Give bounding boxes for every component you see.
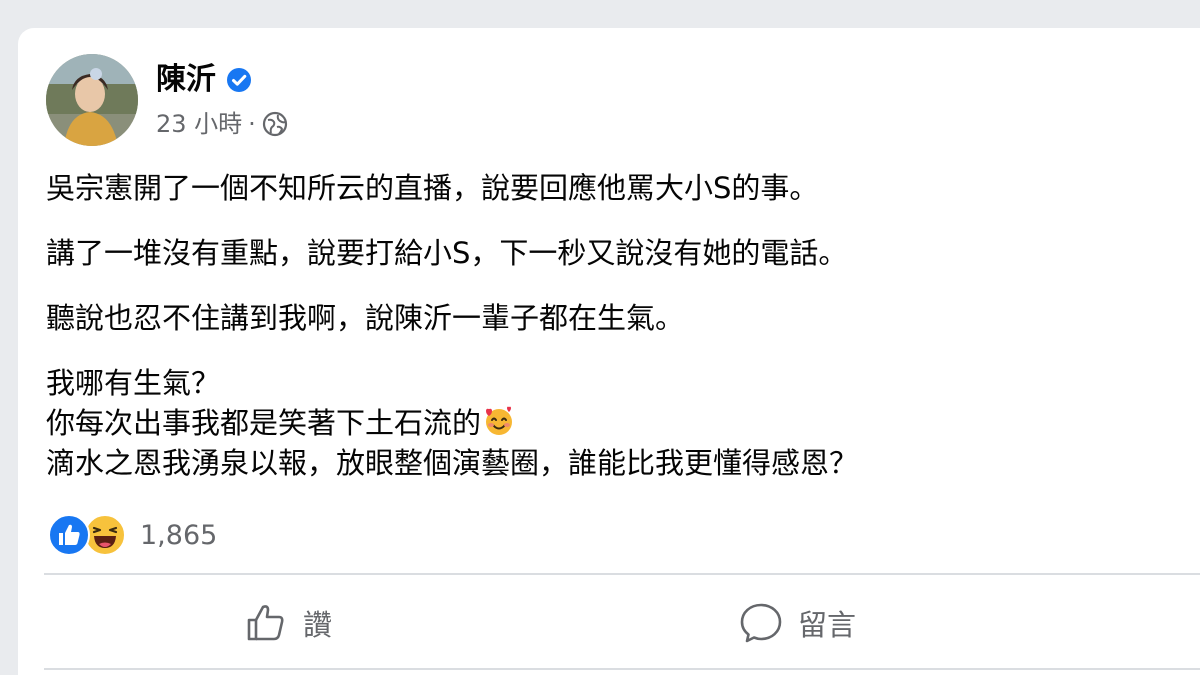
post-line: 我哪有生氣？ bbox=[46, 366, 221, 400]
author-row: 陳沂 bbox=[156, 62, 252, 98]
author-avatar[interactable] bbox=[46, 54, 138, 146]
post-card: 陳沂 23 小時 · 吳宗憲開了一個不知所云的直播，說要回應他罵大小S的事。 講… bbox=[18, 28, 1200, 675]
globe-icon[interactable] bbox=[262, 111, 288, 137]
reactions-summary[interactable]: 1,865 bbox=[48, 514, 217, 556]
post-paragraph: 聽說也忍不住講到我啊，說陳沂一輩子都在生氣。 bbox=[46, 301, 685, 335]
post-line-with-emoji: 你每次出事我都是笑著下土石流的 bbox=[46, 403, 1186, 443]
post-text: 吳宗憲開了一個不知所云的直播，說要回應他罵大小S的事。 講了一堆沒有重點，說要打… bbox=[46, 168, 1186, 483]
thumbs-up-icon bbox=[243, 600, 289, 646]
meta-separator: · bbox=[248, 110, 256, 138]
comment-label: 留言 bbox=[798, 608, 857, 642]
divider bbox=[44, 668, 1200, 670]
like-icon bbox=[48, 514, 90, 556]
reaction-count[interactable]: 1,865 bbox=[140, 520, 217, 551]
like-button[interactable]: 讚 bbox=[243, 598, 332, 648]
avatar-photo bbox=[46, 54, 138, 146]
like-label: 讚 bbox=[303, 608, 333, 642]
post-line-text: 你每次出事我都是笑著下土石流的 bbox=[46, 406, 482, 440]
author-name[interactable]: 陳沂 bbox=[156, 62, 216, 98]
divider bbox=[44, 573, 1200, 575]
post-timestamp[interactable]: 23 小時 bbox=[156, 108, 242, 140]
verified-badge-icon bbox=[226, 67, 252, 93]
post-meta: 23 小時 · bbox=[156, 108, 288, 140]
post-paragraph: 講了一堆沒有重點，說要打給小S，下一秒又說沒有她的電話。 bbox=[46, 236, 848, 270]
comment-bubble-icon bbox=[738, 600, 784, 646]
post-line: 滴水之恩我湧泉以報，放眼整個演藝圈，誰能比我更懂得感恩？ bbox=[46, 446, 859, 480]
smiling-face-with-hearts-icon bbox=[483, 405, 515, 437]
haha-icon bbox=[84, 514, 126, 556]
comment-button[interactable]: 留言 bbox=[738, 598, 856, 648]
post-closing: 我哪有生氣？ 你每次出事我都是笑著下土石流的 滴水之恩我湧泉以報，放眼整個演藝圈… bbox=[46, 363, 1186, 483]
post-paragraph: 吳宗憲開了一個不知所云的直播，說要回應他罵大小S的事。 bbox=[46, 171, 819, 205]
